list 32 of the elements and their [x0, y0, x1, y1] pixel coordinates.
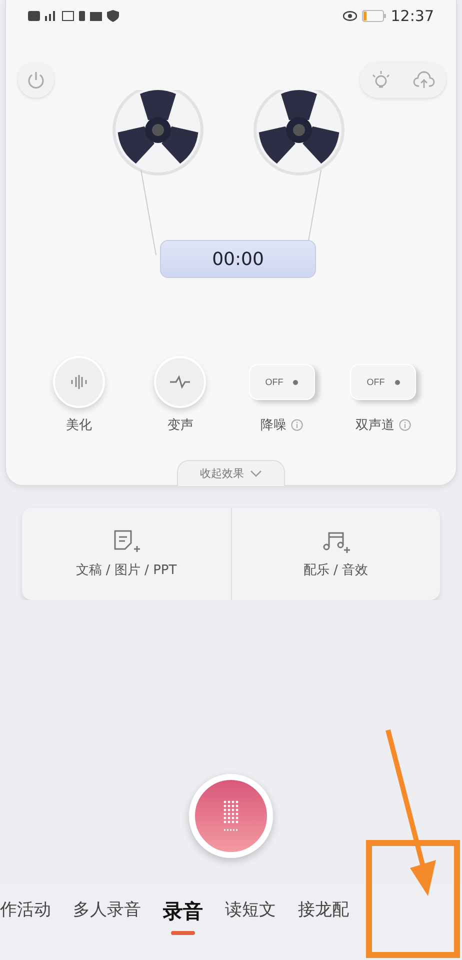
chevron-down-icon [250, 470, 262, 477]
effect-label: 双声道 [355, 417, 394, 434]
collapse-effects-button[interactable]: 收起效果 [177, 460, 285, 486]
effect-label: 美化 [66, 417, 92, 434]
waveform-button[interactable] [52, 356, 105, 408]
pulse-button[interactable] [154, 356, 206, 408]
waveform-icon [70, 375, 88, 389]
signal-icon [45, 11, 57, 21]
toggle-switch[interactable]: OFF [350, 364, 416, 400]
mode-tab[interactable]: 读短文 [225, 898, 276, 931]
eye-icon [342, 11, 357, 21]
info-icon [291, 419, 304, 431]
mode-tab[interactable]: 录音 [163, 898, 203, 935]
document-plus-icon [112, 529, 140, 555]
mode-tab[interactable]: 作活动 [0, 898, 51, 931]
toggle-switch[interactable]: OFF [248, 364, 315, 400]
mode-tab[interactable]: 多人录音 [73, 898, 141, 931]
effect-label: 变声 [167, 417, 194, 434]
record-button[interactable] [189, 774, 273, 858]
shield-icon [107, 10, 119, 22]
power-button[interactable] [18, 62, 54, 98]
action-button[interactable]: 文稿 / 图片 / PPT [22, 508, 230, 600]
cloud-upload-icon[interactable] [412, 69, 436, 91]
mode-tab[interactable]: 接龙配 [298, 898, 349, 931]
battery-icon [362, 10, 386, 22]
info-icon [399, 419, 412, 431]
status-time: 12:37 [390, 7, 434, 25]
effect-label: 降噪 [260, 417, 286, 434]
pulse-icon [169, 375, 192, 389]
power-icon [26, 70, 46, 90]
timer-display: 00:00 [160, 240, 316, 278]
microphone-icon [222, 799, 240, 833]
